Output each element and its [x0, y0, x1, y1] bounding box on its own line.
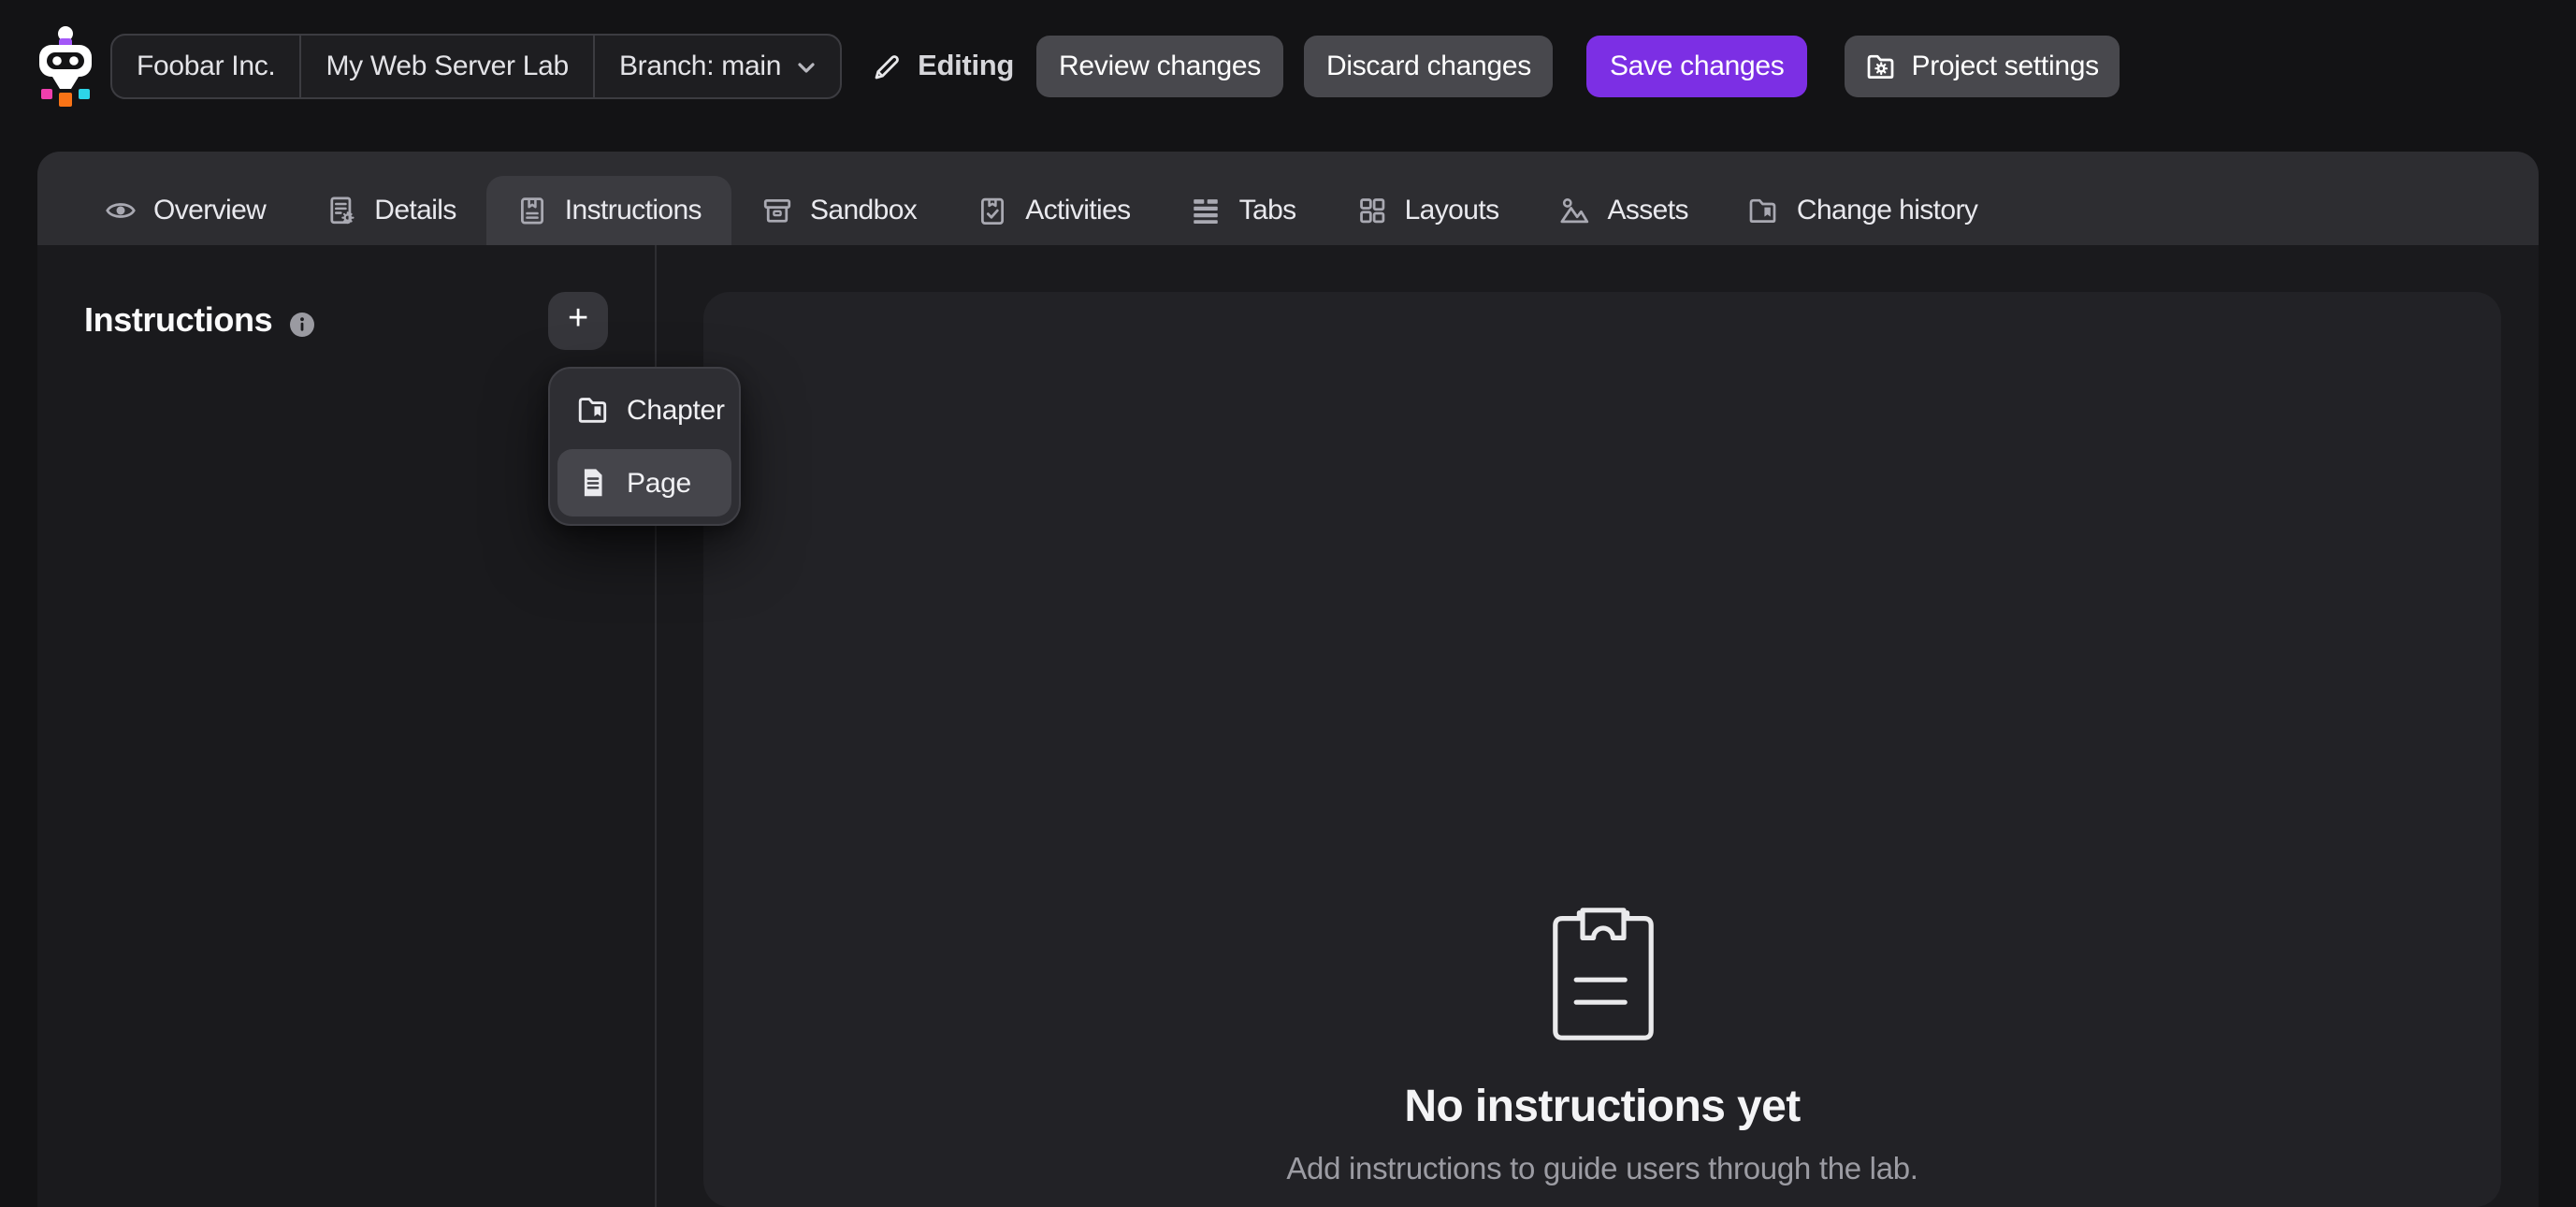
- robot-logo[interactable]: [28, 23, 103, 109]
- project-label: My Web Server Lab: [326, 51, 568, 82]
- menu-item-page[interactable]: Page: [557, 449, 731, 516]
- page-icon: [576, 466, 610, 500]
- branch-selector[interactable]: Branch: main: [593, 36, 839, 97]
- save-changes-label: Save changes: [1610, 51, 1785, 82]
- eye-icon: [105, 195, 137, 226]
- menu-item-label: Page: [627, 467, 691, 499]
- pencil-icon: [871, 51, 901, 81]
- tab-label: Details: [374, 195, 456, 226]
- tab-instructions[interactable]: Instructions: [486, 176, 731, 245]
- breadcrumb-org[interactable]: Foobar Inc.: [112, 36, 299, 97]
- tab-label: Instructions: [565, 195, 702, 226]
- folder-gear-icon: [1865, 51, 1897, 82]
- clipboard-large-icon: [1531, 898, 1673, 1052]
- tab-label: Assets: [1607, 195, 1687, 226]
- tab-change-history[interactable]: Change history: [1718, 176, 2007, 245]
- topbar: Foobar Inc. My Web Server Lab Branch: ma…: [0, 0, 2576, 133]
- folder-bookmark-icon: [1748, 195, 1780, 226]
- chevron-down-icon: [796, 62, 815, 75]
- tab-sandbox[interactable]: Sandbox: [731, 176, 947, 245]
- review-changes-label: Review changes: [1059, 51, 1261, 82]
- folder-bookmark-icon: [576, 393, 610, 427]
- add-menu: Chapter Page: [548, 367, 741, 526]
- app-window: Foobar Inc. My Web Server Lab Branch: ma…: [0, 0, 2576, 1207]
- review-changes-button[interactable]: Review changes: [1036, 36, 1283, 97]
- project-settings-label: Project settings: [1912, 51, 2099, 82]
- editing-label: Editing: [918, 50, 1014, 83]
- tab-label: Layouts: [1405, 195, 1499, 226]
- table-rows-icon: [1191, 195, 1223, 226]
- instructions-panel: No instructions yet Add instructions to …: [703, 292, 2501, 1207]
- empty-state-title: No instructions yet: [1404, 1082, 1800, 1134]
- tab-assets[interactable]: Assets: [1528, 176, 1717, 245]
- project-settings-button[interactable]: Project settings: [1845, 36, 2120, 97]
- document-gear-icon: [326, 195, 357, 226]
- tab-overview[interactable]: Overview: [75, 176, 296, 245]
- discard-changes-button[interactable]: Discard changes: [1304, 36, 1554, 97]
- instructions-editor: Instructions +: [37, 245, 2539, 1207]
- menu-item-label: Chapter: [627, 394, 725, 426]
- tab-tabs[interactable]: Tabs: [1161, 176, 1326, 245]
- tab-label: Change history: [1797, 195, 1977, 226]
- layout-grid-icon: [1356, 195, 1388, 226]
- clipboard-check-icon: [977, 195, 1008, 226]
- info-icon[interactable]: [289, 313, 313, 337]
- main-card: Overview Details: [37, 152, 2539, 1207]
- tab-label: Tabs: [1239, 195, 1296, 226]
- menu-item-chapter[interactable]: Chapter: [557, 376, 731, 444]
- breadcrumb: Foobar Inc. My Web Server Lab Branch: ma…: [110, 34, 841, 99]
- sidebar-header: Instructions +: [37, 245, 655, 350]
- tab-label: Overview: [153, 195, 266, 226]
- tab-activities[interactable]: Activities: [947, 176, 1160, 245]
- empty-state: No instructions yet Add instructions to …: [703, 898, 2501, 1188]
- breadcrumb-project[interactable]: My Web Server Lab: [299, 36, 592, 97]
- tab-bar: Overview Details: [37, 152, 2539, 245]
- tab-label: Sandbox: [810, 195, 917, 226]
- archive-box-icon: [761, 195, 793, 226]
- tab-label: Activities: [1025, 195, 1130, 226]
- add-instruction-button[interactable]: +: [548, 292, 608, 350]
- editing-indicator: Editing: [871, 50, 1014, 83]
- plus-icon: +: [568, 301, 588, 337]
- sidebar-title: Instructions: [84, 292, 272, 350]
- image-icon: [1558, 195, 1590, 226]
- main-area: No instructions yet Add instructions to …: [657, 245, 2539, 1207]
- branch-label: Branch: main: [619, 51, 781, 82]
- org-label: Foobar Inc.: [137, 51, 275, 82]
- empty-state-subtitle: Add instructions to guide users through …: [1286, 1153, 1918, 1188]
- save-changes-button[interactable]: Save changes: [1587, 36, 1807, 97]
- clipboard-bookmark-icon: [516, 195, 548, 226]
- tab-details[interactable]: Details: [296, 176, 486, 245]
- discard-changes-label: Discard changes: [1326, 51, 1531, 82]
- tab-layouts[interactable]: Layouts: [1326, 176, 1529, 245]
